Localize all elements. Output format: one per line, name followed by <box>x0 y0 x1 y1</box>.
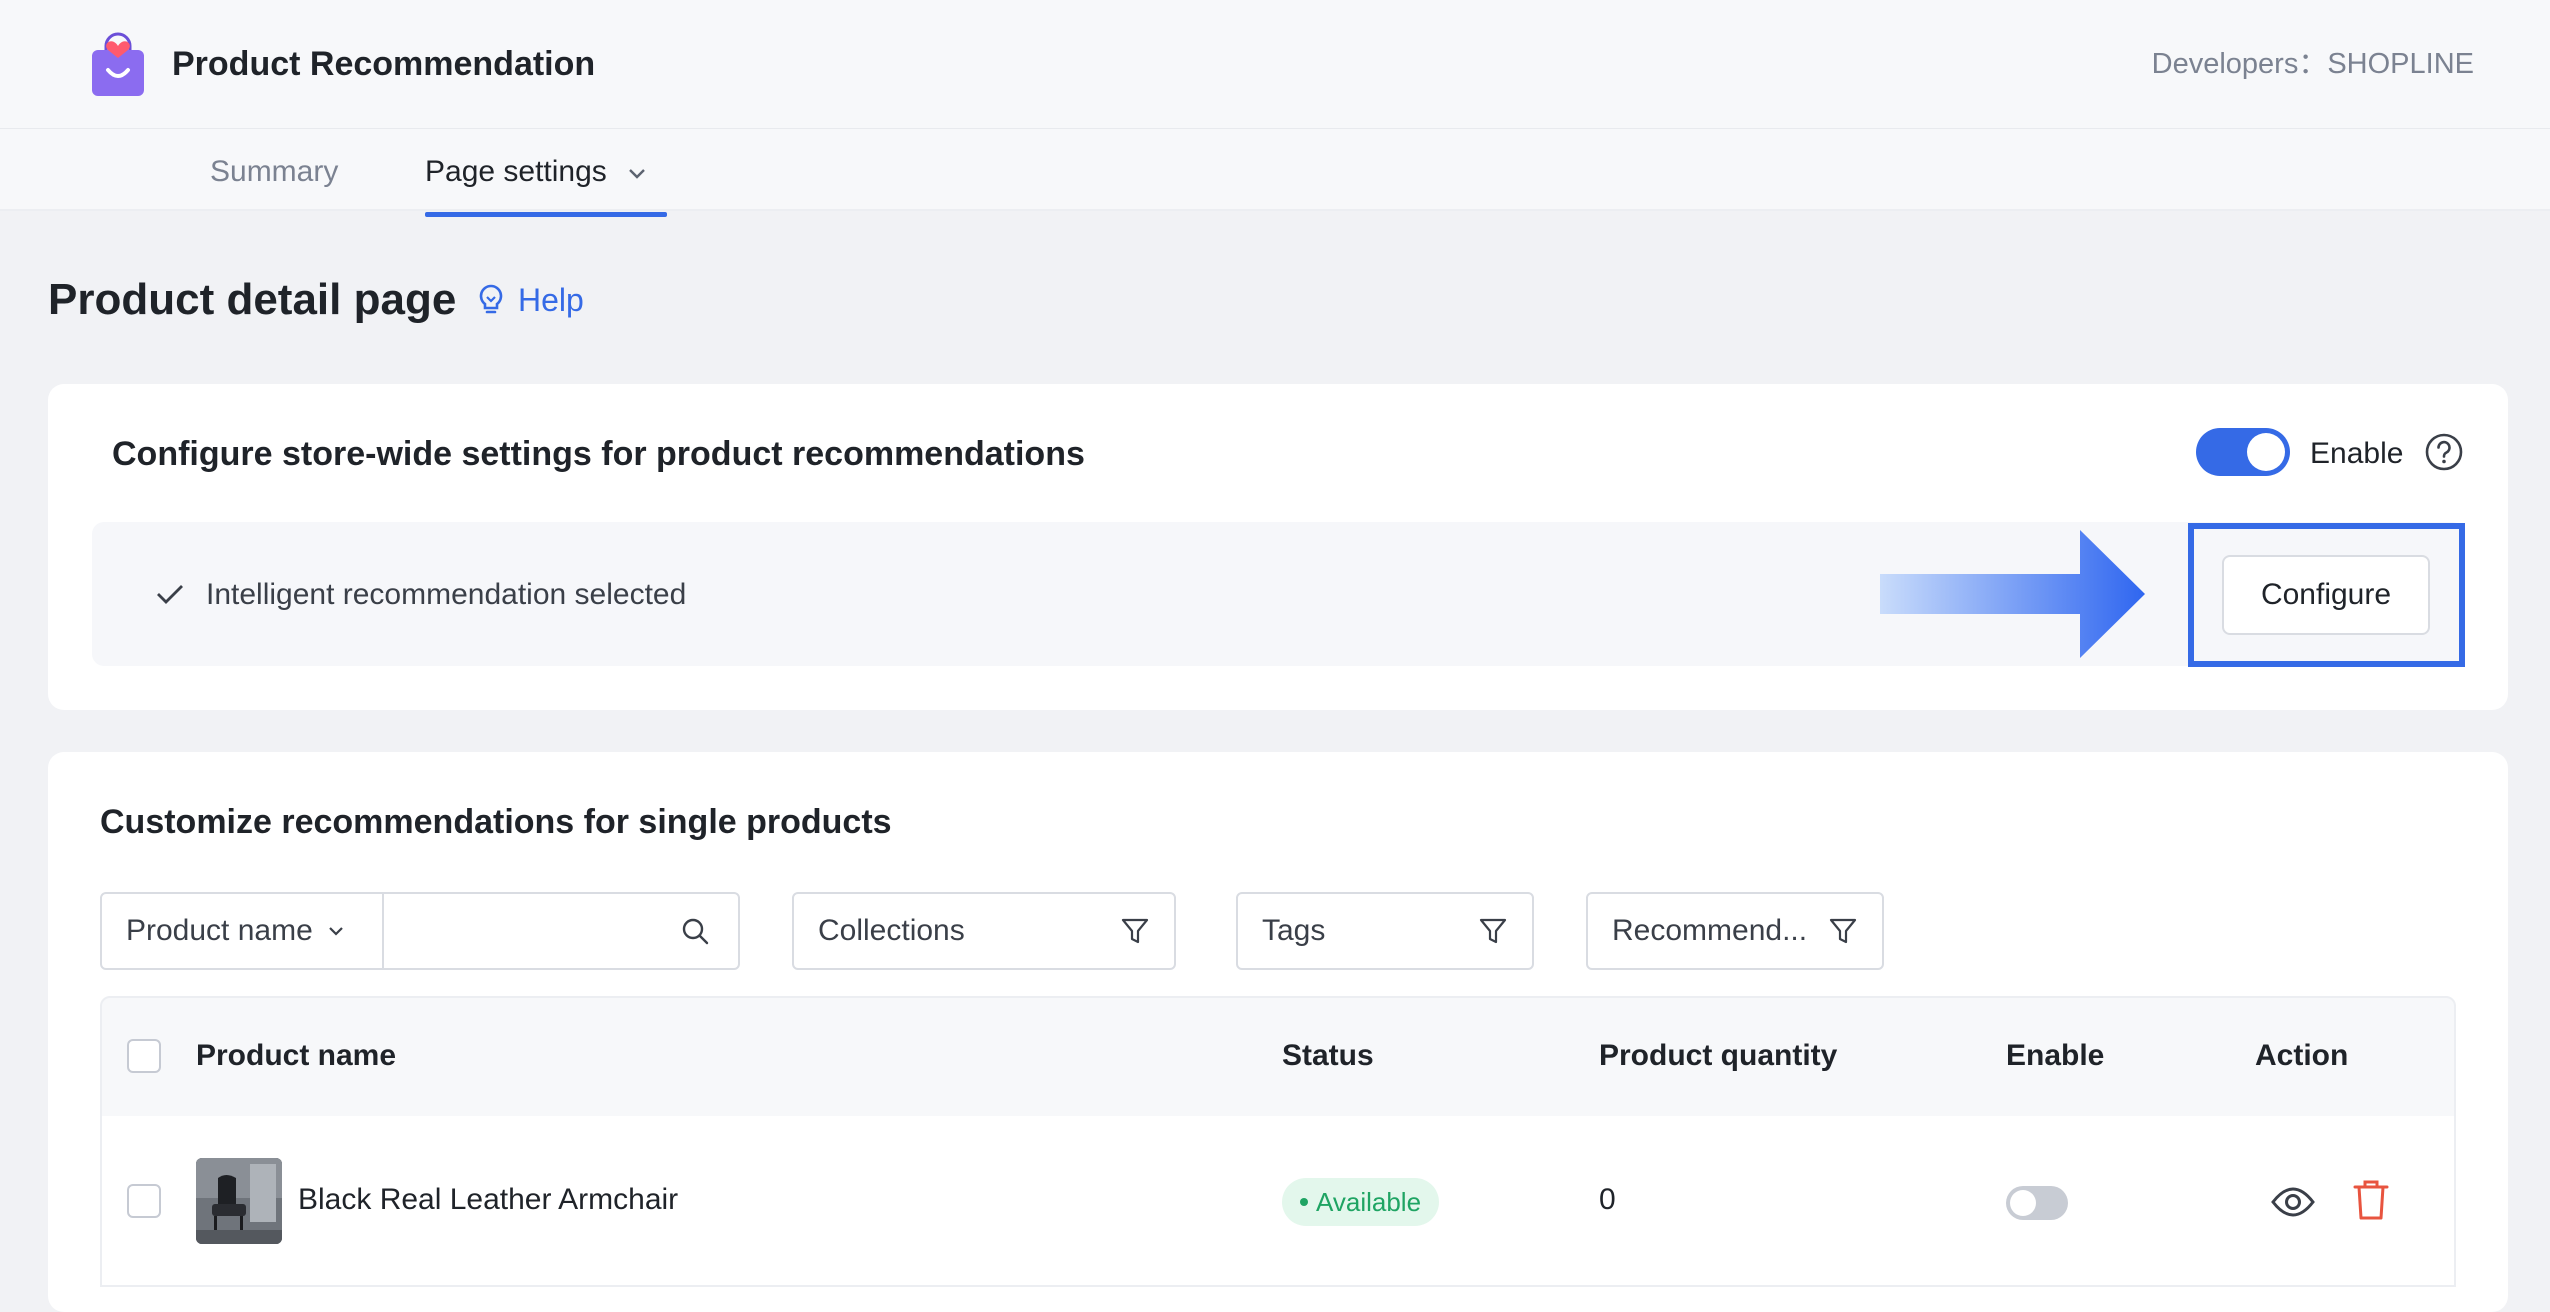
help-label: Help <box>518 281 584 318</box>
recommend-filter[interactable]: Recommend... <box>1586 892 1884 970</box>
trash-icon[interactable] <box>2352 1178 2390 1222</box>
search-field-select[interactable]: Product name <box>102 894 384 968</box>
collections-filter-label: Collections <box>818 914 965 947</box>
tab-page-settings-label: Page settings <box>425 155 607 188</box>
filter-icon <box>1829 918 1857 944</box>
column-header-action: Action <box>2255 1039 2349 1072</box>
single-products-title: Customize recommendations for single pro… <box>100 803 892 841</box>
product-name-cell[interactable]: Black Real Leather Armchair <box>298 1178 678 1222</box>
recommendation-selected-text: Intelligent recommendation selected <box>206 578 687 611</box>
product-search-input[interactable] <box>384 894 738 968</box>
store-wide-enable-label: Enable <box>2310 437 2404 470</box>
store-wide-settings-title: Configure store-wide settings for produc… <box>112 435 1085 473</box>
eye-icon[interactable] <box>2270 1182 2316 1222</box>
select-all-checkbox[interactable] <box>127 1039 161 1073</box>
column-header-product-quantity: Product quantity <box>1599 1039 1838 1072</box>
product-search-group: Product name <box>100 892 740 970</box>
check-icon <box>154 578 186 610</box>
active-tab-indicator <box>425 212 667 217</box>
column-header-product-name[interactable]: Product name <box>196 1034 396 1078</box>
search-icon[interactable] <box>680 916 710 946</box>
developer-info: Developers：SHOPLINE <box>2151 48 2474 80</box>
column-header-status: Status <box>1282 1039 1374 1072</box>
row-checkbox[interactable] <box>127 1184 161 1218</box>
tags-filter-label: Tags <box>1262 914 1326 947</box>
tags-filter[interactable]: Tags <box>1236 892 1534 970</box>
chevron-down-icon <box>629 169 645 179</box>
configure-button[interactable]: Configure <box>2222 555 2430 635</box>
recommend-filter-label: Recommend... <box>1612 914 1808 947</box>
status-badge: Available <box>1282 1178 1440 1226</box>
chevron-down-icon <box>329 927 343 936</box>
tab-page-settings[interactable]: Page settings <box>425 150 649 194</box>
page-title: Product detail page <box>48 275 457 324</box>
collections-filter[interactable]: Collections <box>792 892 1176 970</box>
row-enable-toggle[interactable] <box>2006 1186 2068 1220</box>
filter-icon <box>1479 918 1507 944</box>
tab-bar <box>0 129 2550 211</box>
tab-summary[interactable]: Summary <box>210 150 338 194</box>
product-thumbnail <box>196 1158 282 1244</box>
app-title: Product Recommendation <box>172 45 596 83</box>
product-quantity-cell: 0 <box>1599 1183 1616 1216</box>
help-link[interactable]: Help <box>474 278 584 322</box>
lightbulb-icon <box>479 284 503 314</box>
search-field-select-value: Product name <box>126 914 313 947</box>
column-header-enable: Enable <box>2006 1039 2105 1072</box>
question-circle-icon[interactable] <box>2424 432 2464 472</box>
filter-icon <box>1121 918 1149 944</box>
store-wide-enable-toggle[interactable] <box>2196 428 2290 476</box>
shopping-bag-logo-icon <box>88 32 148 98</box>
status-badge-label: Available <box>1316 1186 1422 1217</box>
arrow-right-icon <box>1880 530 2145 658</box>
